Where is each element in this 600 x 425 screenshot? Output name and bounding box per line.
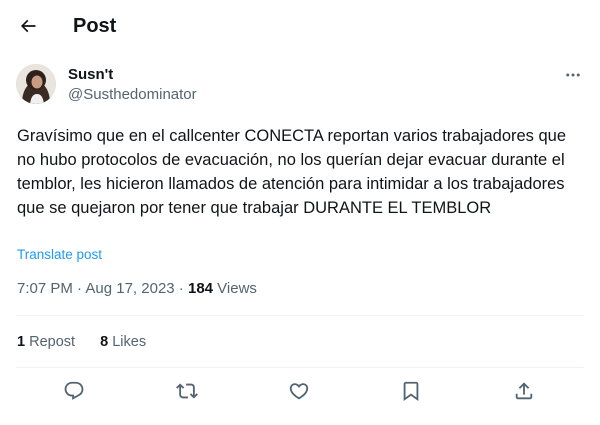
likes-stat[interactable]: 8 Likes [100,334,146,350]
back-button[interactable] [12,10,44,42]
divider [16,367,584,368]
page-header: Post [0,0,600,53]
repost-icon [176,383,198,399]
bookmark-button[interactable] [398,378,424,404]
post-text: Gravísimo que en el callcenter CONECTA r… [17,127,567,217]
arrow-left-icon [20,19,36,33]
meta-separator: · [174,280,188,297]
post-date[interactable]: Aug 17, 2023 [85,280,174,297]
reposts-label: Repost [25,334,76,350]
reply-icon [64,381,84,400]
likes-label: Likes [108,334,147,350]
post-meta: 7:07 PM · Aug 17, 2023 · 184 Views [17,279,257,299]
views-label: Views [213,280,257,297]
divider [16,315,584,316]
share-button[interactable] [511,378,537,404]
reposts-count: 1 [17,334,26,350]
more-options-button[interactable] [560,62,586,88]
post-time[interactable]: 7:07 PM [17,280,73,297]
avatar-image [16,64,56,104]
post-stats: 1 Repost 8 Likes [17,332,146,352]
more-horizontal-icon [566,73,580,77]
repost-button[interactable] [174,378,200,404]
meta-separator: · [72,280,86,297]
translate-post-link[interactable]: Translate post [17,246,102,264]
likes-count: 8 [100,334,109,350]
like-button[interactable] [286,378,312,404]
views-count: 184 [187,280,214,297]
bookmark-icon [403,381,419,402]
reply-button[interactable] [61,378,87,404]
author-display-name[interactable]: Susn't [68,65,113,85]
author-handle[interactable]: @Susthedominator [68,85,197,105]
share-icon [515,382,533,400]
action-bar [0,374,600,408]
avatar[interactable] [16,64,56,104]
page-title: Post [73,15,117,37]
heart-icon [289,383,309,400]
reposts-stat[interactable]: 1 Repost [17,334,75,350]
